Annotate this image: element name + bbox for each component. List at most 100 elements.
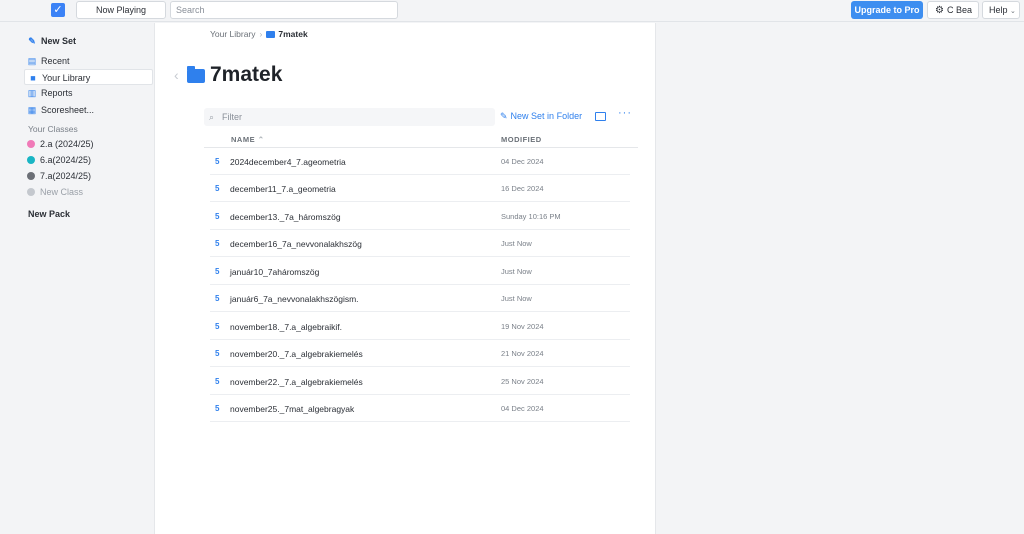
- chevron-down-icon: ⌄: [1010, 8, 1016, 15]
- add-icon: [27, 188, 35, 196]
- top-bar: ✓ Now Playing Search Upgrade to Pro ⚙ C B…: [0, 0, 1024, 22]
- filter-input[interactable]: ⌕ Filter: [204, 108, 495, 126]
- table-row[interactable]: 5 december13._7a_háromszög Sunday 10:16 …: [210, 203, 630, 230]
- table-row[interactable]: 5 november18._7.a_algebraikif. 19 Nov 20…: [210, 313, 630, 340]
- sidebar-item-label: 2.a (2024/25): [40, 139, 94, 149]
- edit-icon: ✎: [28, 36, 36, 46]
- table-row[interactable]: 5 november22._7.a_algebrakiemelés 25 Nov…: [210, 368, 630, 395]
- sidebar-item-label: Reports: [41, 88, 73, 98]
- set-name: december16_7a_nevvonalakhszög: [230, 239, 362, 249]
- modified-date: Just Now: [501, 239, 532, 248]
- sidebar-item-scoresheet[interactable]: ▦ Scoresheet...: [24, 102, 153, 118]
- sidebar-item-label: Your Library: [42, 73, 91, 83]
- set-badge: 5: [215, 267, 220, 276]
- sidebar-item-label: Recent: [41, 56, 70, 66]
- grid-icon: ▦: [27, 105, 37, 115]
- edit-icon: ✎: [500, 111, 508, 121]
- set-badge: 5: [215, 349, 220, 358]
- table-row[interactable]: 5 november25._7mat_algebragyak 04 Dec 20…: [210, 395, 630, 422]
- help-menu-button[interactable]: Help ⌄: [982, 1, 1020, 19]
- table-row[interactable]: 5 december16_7a_nevvonalakhszög Just Now: [210, 230, 630, 257]
- sidebar-item-label: New Class: [40, 187, 84, 197]
- breadcrumb-root-link[interactable]: Your Library: [210, 29, 256, 39]
- more-options-icon[interactable]: ···: [618, 107, 632, 119]
- right-empty-pane: [657, 23, 1024, 534]
- breadcrumb-current: 7matek: [278, 29, 308, 39]
- modified-date: 21 Nov 2024: [501, 349, 544, 358]
- set-badge: 5: [215, 157, 220, 166]
- set-badge: 5: [215, 377, 220, 386]
- set-name: november25._7mat_algebragyak: [230, 404, 355, 414]
- inbox-icon: ▤: [27, 56, 37, 66]
- modified-date: Sunday 10:16 PM: [501, 212, 561, 221]
- search-input[interactable]: Search: [170, 1, 398, 19]
- set-badge: 5: [215, 184, 220, 193]
- sidebar-item-label: Scoresheet...: [41, 105, 95, 115]
- page-title: 7matek: [210, 63, 283, 86]
- set-name: december13._7a_háromszög: [230, 212, 341, 222]
- upgrade-to-pro-button[interactable]: Upgrade to Pro: [851, 1, 923, 19]
- sidebar-item-class-2a[interactable]: 2.a (2024/25): [24, 136, 153, 152]
- table-row[interactable]: 5 november20._7.a_algebrakiemelés 21 Nov…: [210, 340, 630, 367]
- new-set-in-folder-label: New Set in Folder: [510, 111, 583, 121]
- modified-date: 19 Nov 2024: [501, 322, 544, 331]
- new-folder-icon[interactable]: [595, 112, 606, 121]
- folder-icon: ■: [30, 73, 36, 83]
- modified-date: 16 Dec 2024: [501, 184, 544, 193]
- table-row[interactable]: 5 december11_7.a_geometria 16 Dec 2024: [210, 175, 630, 202]
- modified-date: 25 Nov 2024: [501, 377, 544, 386]
- sort-chevron-icon: ⌃: [257, 135, 265, 144]
- user-name: C Bea: [946, 5, 972, 15]
- breadcrumb: Your Library › 7matek: [210, 29, 308, 39]
- classes-section-header: Your Classes: [28, 124, 78, 134]
- set-name: november22._7.a_algebrakiemelés: [230, 377, 363, 387]
- set-name: november20._7.a_algebrakiemelés: [230, 349, 363, 359]
- modified-date: Just Now: [501, 294, 532, 303]
- column-header-label: NAME: [231, 135, 256, 144]
- filter-placeholder: Filter: [222, 112, 242, 122]
- column-header-name[interactable]: NAME ⌃: [231, 135, 264, 144]
- search-icon: ⌕: [209, 112, 215, 122]
- sidebar-item-new-set[interactable]: ✎ New Set: [24, 33, 153, 49]
- user-menu-button[interactable]: ⚙ C Bea: [927, 1, 979, 19]
- set-badge: 5: [215, 322, 220, 331]
- column-header-modified[interactable]: MODIFIED: [501, 135, 542, 144]
- table-row[interactable]: 5 január6_7a_nevvonalakhszögism. Just No…: [210, 285, 630, 312]
- chevron-right-icon: ›: [259, 29, 263, 39]
- sidebar-item-reports[interactable]: ▥ Reports: [24, 85, 153, 101]
- sidebar: ✎ New Set ▤ Recent ■ Your Library ▥ Reports …: [0, 23, 154, 534]
- folder-icon: [187, 66, 205, 83]
- sidebar-item-recent[interactable]: ▤ Recent: [24, 53, 153, 69]
- set-badge: 5: [215, 212, 220, 221]
- set-badge: 5: [215, 239, 220, 248]
- table-row[interactable]: 5 január10_7aháromszög Just Now: [210, 258, 630, 285]
- main-panel: Your Library › 7matek ‹ 7matek ⌕ Filter ✎ Ne…: [154, 23, 656, 534]
- chevron-left-icon[interactable]: ‹: [174, 67, 179, 83]
- set-name: január6_7a_nevvonalakhszögism.: [230, 294, 359, 304]
- sidebar-item-label: New Set: [41, 36, 77, 46]
- sidebar-item-label: 7.a(2024/25): [40, 171, 92, 181]
- folder-icon: [266, 31, 276, 38]
- set-badge: 5: [215, 294, 220, 303]
- set-name: november18._7.a_algebraikif.: [230, 322, 342, 332]
- sidebar-item-class-6a[interactable]: 6.a(2024/25): [24, 152, 153, 168]
- gear-icon: ⚙: [935, 5, 944, 16]
- now-playing-button[interactable]: Now Playing: [76, 1, 166, 19]
- sidebar-item-new-class[interactable]: New Class: [24, 184, 153, 200]
- sidebar-item-label: 6.a(2024/25): [40, 155, 92, 165]
- report-icon: ▥: [27, 88, 37, 98]
- app-logo-checkbox-icon[interactable]: ✓: [51, 3, 65, 17]
- new-set-in-folder-button[interactable]: ✎ New Set in Folder: [500, 111, 582, 122]
- set-badge: 5: [215, 404, 220, 413]
- sidebar-item-your-library[interactable]: ■ Your Library: [24, 69, 153, 85]
- sidebar-item-class-7a[interactable]: 7.a(2024/25): [24, 168, 153, 184]
- class-color-dot: [27, 156, 35, 164]
- set-name: december11_7.a_geometria: [230, 184, 336, 194]
- sidebar-item-new-pack[interactable]: New Pack: [25, 206, 154, 222]
- table-row[interactable]: 5 2024december4_7.ageometria 04 Dec 2024: [210, 148, 630, 175]
- class-color-dot: [27, 172, 35, 180]
- set-name: 2024december4_7.ageometria: [230, 157, 346, 167]
- class-color-dot: [27, 140, 35, 148]
- modified-date: Just Now: [501, 267, 532, 276]
- set-name: január10_7aháromszög: [230, 267, 320, 277]
